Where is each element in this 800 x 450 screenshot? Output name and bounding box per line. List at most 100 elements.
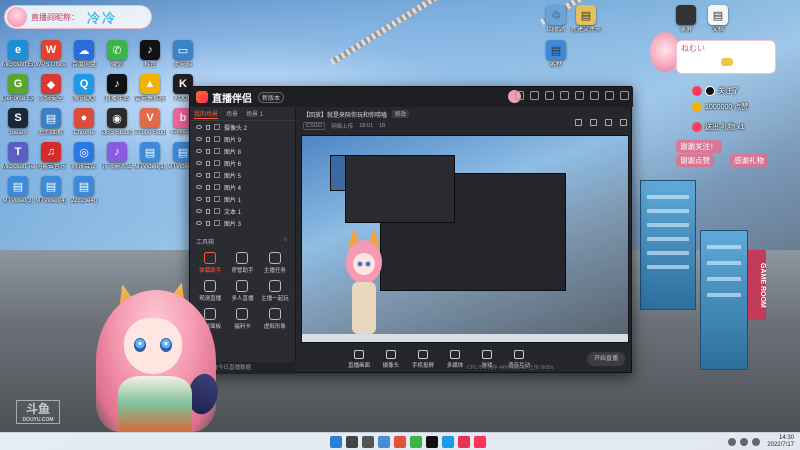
- maximize-icon[interactable]: [605, 91, 614, 100]
- desktop-icon[interactable]: ◆ 火绒安全: [35, 74, 67, 103]
- desktop-icon[interactable]: ☁ 百度网盘: [68, 40, 100, 69]
- taskbar-chrome-icon[interactable]: [394, 436, 406, 448]
- toolbox-item[interactable]: 弹幕助手: [194, 252, 226, 274]
- layer-item[interactable]: 图片 8: [190, 145, 295, 157]
- tab-my-scenes[interactable]: 我的场景: [194, 109, 219, 119]
- eye-icon[interactable]: [196, 137, 202, 141]
- feedback-icon[interactable]: [575, 91, 584, 100]
- live-companion-window[interactable]: 直播伴侣 新版本 我的场景 场景 场景 1 摄像头 2 图片 9 图片 8 图片 6 图…: [189, 86, 633, 374]
- toolbox-item[interactable]: 观测直播: [194, 280, 226, 302]
- desktop-icon[interactable]: ♲ 回收站: [540, 5, 572, 34]
- desktop-icon[interactable]: ▤ MTVideo(1): [134, 142, 166, 171]
- desktop-icon[interactable]: ● Chrome: [68, 108, 100, 137]
- clock[interactable]: 14:30 2022/7/17: [767, 435, 794, 449]
- desktop-icon[interactable]: ♫ 网易云音乐: [35, 142, 67, 171]
- lock-icon[interactable]: [206, 148, 210, 154]
- taskbar-widgets-icon[interactable]: [378, 436, 390, 448]
- desktop-icon[interactable]: W WPS Office: [35, 40, 67, 69]
- edit-title-button[interactable]: 修改: [392, 110, 410, 118]
- taskbar-kook-icon[interactable]: [458, 436, 470, 448]
- desktop-icon[interactable]: ▤ 新建文件夹: [570, 5, 602, 34]
- desktop-icon[interactable]: ▤ MTVideo(3): [2, 176, 34, 205]
- desktop-icon[interactable]: T Microsoft Teams: [2, 142, 34, 171]
- app-titlebar[interactable]: 直播伴侣 新版本: [190, 87, 633, 107]
- volume-icon[interactable]: [740, 438, 748, 446]
- eye-icon[interactable]: [196, 161, 202, 165]
- desktop-icon[interactable]: ▤ 素材: [540, 40, 572, 69]
- taskbar-douyin-icon[interactable]: [426, 436, 438, 448]
- desktop-icon[interactable]: ✆ 微信: [101, 40, 133, 69]
- taskbar-search-icon[interactable]: [346, 436, 358, 448]
- desktop-icon[interactable]: V VTube Studio: [134, 108, 166, 137]
- lock-icon[interactable]: [590, 119, 597, 126]
- eye-icon[interactable]: [196, 209, 202, 213]
- toolbox-item[interactable]: 主播任务: [259, 252, 291, 274]
- message-icon[interactable]: [515, 91, 524, 100]
- eye-icon[interactable]: [196, 197, 202, 201]
- category-tag[interactable]: CSGO: [303, 122, 326, 130]
- lock-icon[interactable]: [206, 172, 210, 178]
- rotate-icon[interactable]: [605, 119, 612, 126]
- toolbox-more-icon[interactable]: ○: [283, 237, 287, 246]
- desktop-icon[interactable]: ◉ OBS Studio: [101, 108, 133, 137]
- eye-icon[interactable]: [196, 185, 202, 189]
- lock-icon[interactable]: [206, 136, 210, 142]
- lock-icon[interactable]: [206, 220, 210, 226]
- battery-icon[interactable]: [752, 438, 760, 446]
- desktop-icon[interactable]: e Microsoft Edge: [2, 40, 34, 69]
- taskbar-wechat-icon[interactable]: [410, 436, 422, 448]
- desktop-icon[interactable]: ▤ 22c23e4b: [68, 176, 100, 205]
- layer-item[interactable]: 图片 4: [190, 181, 295, 193]
- layout-icon[interactable]: [575, 119, 582, 126]
- desktop-icon[interactable]: ♪ 直播伴侣: [101, 74, 133, 103]
- toolbox-item[interactable]: 虚拟形象: [259, 308, 291, 330]
- tab-scenes[interactable]: 场景: [226, 109, 238, 118]
- settings-icon[interactable]: [530, 91, 539, 100]
- desktop-icon[interactable]: Q 腾讯QQ: [68, 74, 100, 103]
- layer-item[interactable]: 图片 5: [190, 169, 295, 181]
- taskbar-qq-icon[interactable]: [442, 436, 454, 448]
- toolbox-item[interactable]: 多人直播: [226, 280, 258, 302]
- skin-icon[interactable]: [545, 91, 554, 100]
- lock-icon[interactable]: [206, 196, 210, 202]
- fullscreen-icon[interactable]: [620, 119, 627, 126]
- lock-icon[interactable]: [206, 160, 210, 166]
- taskbar-livecompanion-icon[interactable]: [474, 436, 486, 448]
- eye-icon[interactable]: [196, 125, 202, 129]
- desktop-icon[interactable]: ♪ 讯飞输入法: [101, 142, 133, 171]
- eye-icon[interactable]: [196, 221, 202, 225]
- layer-item[interactable]: 图片 9: [190, 133, 295, 145]
- network-icon[interactable]: [728, 438, 736, 446]
- toolbox-item[interactable]: 房管助手: [226, 252, 258, 274]
- layer-item[interactable]: 图片 6: [190, 157, 295, 169]
- layer-item[interactable]: 图片 3: [190, 217, 295, 229]
- desktop-icon[interactable]: ▭ 此电脑: [167, 40, 199, 69]
- tab-scene-1[interactable]: 场景 1: [246, 109, 263, 118]
- menu-icon[interactable]: [560, 91, 569, 100]
- toolbox-item[interactable]: 福利卡: [226, 308, 258, 330]
- toolbox-item[interactable]: 主播一起玩: [259, 280, 291, 302]
- desktop-icon[interactable]: ▲ 雷电模拟器: [134, 74, 166, 103]
- desktop-icon[interactable]: S Steam: [2, 108, 34, 137]
- taskbar-start-icon[interactable]: [330, 436, 342, 448]
- layer-item[interactable]: 文本 1: [190, 205, 295, 217]
- desktop-icon[interactable]: ▶ 录屏: [670, 5, 702, 34]
- desktop-icon[interactable]: G GeForce Experience: [2, 74, 34, 103]
- version-badge[interactable]: 新版本: [258, 91, 285, 103]
- desktop-icon[interactable]: ♪ 抖音: [134, 40, 166, 69]
- layer-item[interactable]: 摄像头 2: [190, 121, 295, 133]
- minimize-icon[interactable]: [590, 91, 599, 100]
- layer-item[interactable]: 图片 1: [190, 193, 295, 205]
- eye-icon[interactable]: [196, 173, 202, 177]
- stream-preview[interactable]: [301, 135, 629, 343]
- lock-icon[interactable]: [206, 184, 210, 190]
- eye-icon[interactable]: [196, 149, 202, 153]
- taskbar-taskview-icon[interactable]: [362, 436, 374, 448]
- close-icon[interactable]: [620, 91, 629, 100]
- desktop-icon[interactable]: ▤ MTVideo(4): [35, 176, 67, 205]
- desktop-icon[interactable]: ▤ 控制面板: [35, 108, 67, 137]
- lock-icon[interactable]: [206, 124, 210, 130]
- lock-icon[interactable]: [206, 208, 210, 214]
- desktop-icon[interactable]: ◎ 腾讯会议: [68, 142, 100, 171]
- desktop-icon[interactable]: ▤ 文档: [702, 5, 734, 34]
